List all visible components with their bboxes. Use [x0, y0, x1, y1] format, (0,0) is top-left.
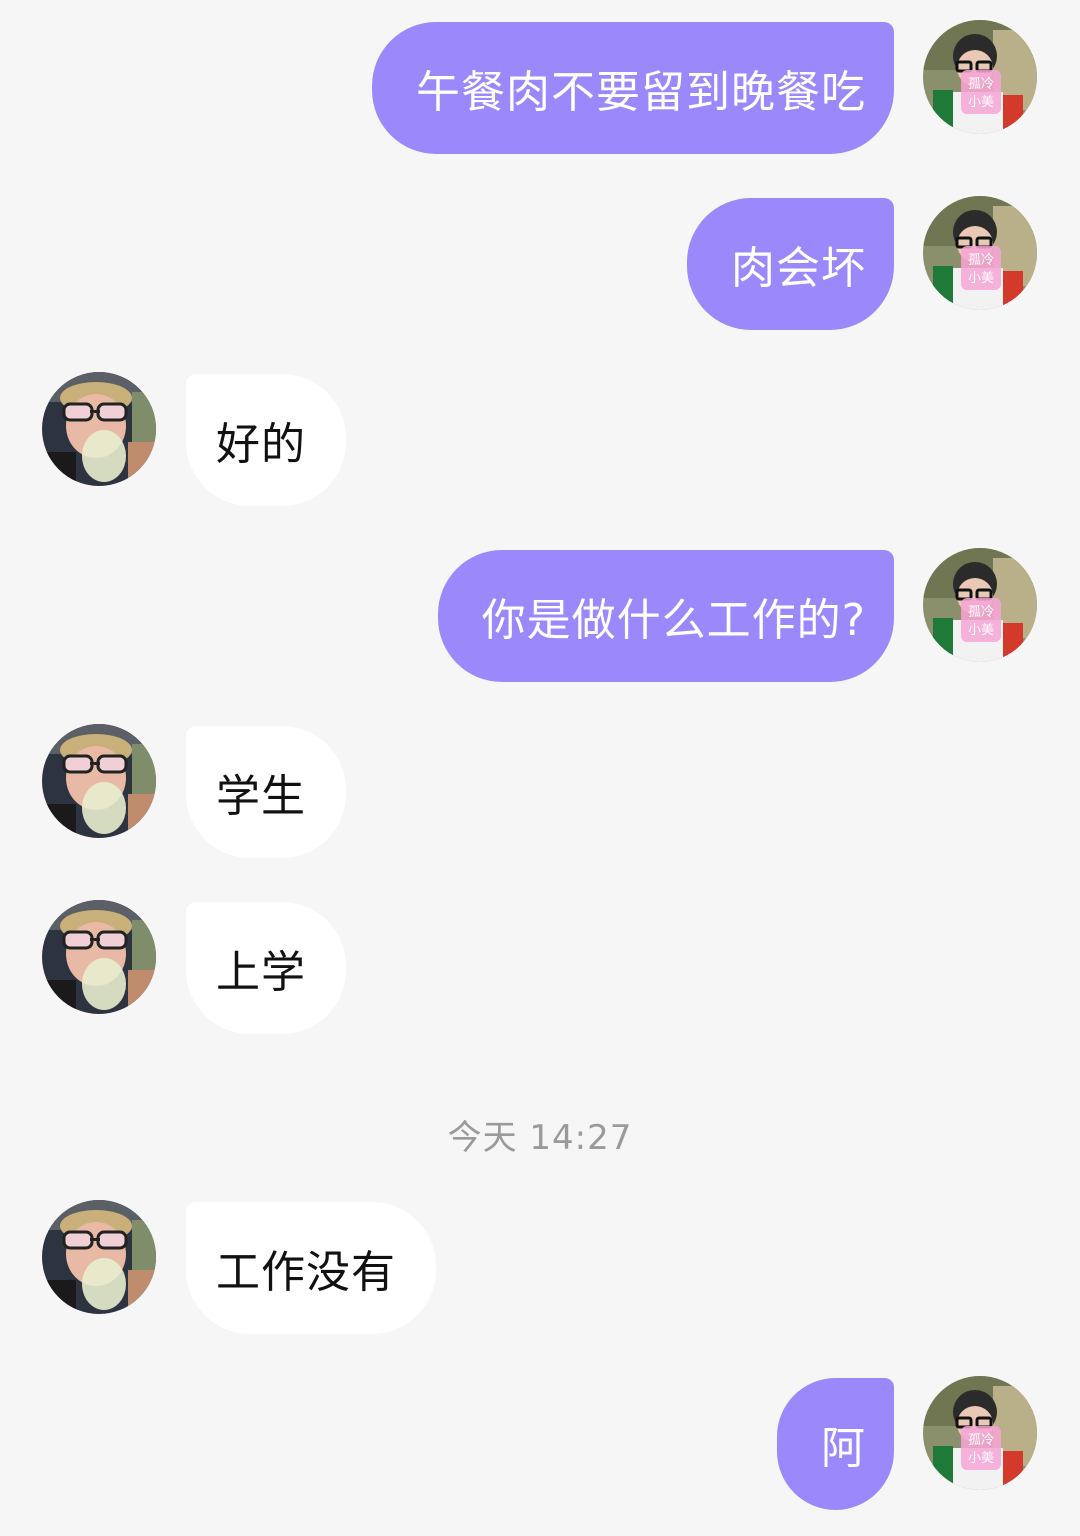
contact-avatar-icon [42, 1200, 156, 1314]
self-avatar[interactable]: 孤冷 小美 [923, 1376, 1037, 1490]
svg-text:小美: 小美 [968, 95, 994, 110]
message-bubble-incoming[interactable]: 好的 [186, 374, 346, 506]
message-row-incoming: 工作没有 [0, 1200, 1080, 1334]
message-row-outgoing: 你是做什么工作的? 孤冷 小美 [0, 548, 1080, 682]
contact-avatar-icon [42, 900, 156, 1014]
contact-avatar[interactable] [42, 900, 156, 1014]
message-row-incoming: 好的 [0, 372, 1080, 506]
message-bubble-incoming[interactable]: 学生 [186, 726, 346, 858]
self-avatar-icon: 孤冷 小美 [923, 548, 1037, 662]
svg-text:小美: 小美 [968, 271, 994, 286]
contact-avatar[interactable] [42, 372, 156, 486]
svg-text:孤冷: 孤冷 [968, 1433, 994, 1448]
self-avatar[interactable]: 孤冷 小美 [923, 548, 1037, 662]
self-avatar-icon: 孤冷 小美 [923, 1376, 1037, 1490]
message-text: 工作没有 [216, 1247, 396, 1298]
chat-thread: 午餐肉不要留到晚餐吃 孤冷 小美 肉会坏 孤冷 小美 好的 你是做什么工作的? … [0, 0, 1080, 1536]
message-row-incoming: 上学 [0, 900, 1080, 1034]
self-avatar-icon: 孤冷 小美 [923, 196, 1037, 310]
self-avatar[interactable]: 孤冷 小美 [923, 20, 1037, 134]
contact-avatar-icon [42, 724, 156, 838]
svg-text:孤冷: 孤冷 [968, 605, 994, 620]
svg-text:小美: 小美 [968, 623, 994, 638]
message-text: 好的 [216, 419, 306, 470]
message-bubble-outgoing[interactable]: 你是做什么工作的? [437, 550, 894, 682]
message-row-outgoing: 阿 孤冷 小美 [0, 1376, 1080, 1510]
message-row-outgoing: 午餐肉不要留到晚餐吃 孤冷 小美 [0, 20, 1080, 154]
message-bubble-incoming[interactable]: 工作没有 [186, 1202, 436, 1334]
svg-text:孤冷: 孤冷 [968, 253, 994, 268]
message-text: 上学 [216, 947, 306, 998]
message-bubble-outgoing[interactable]: 肉会坏 [687, 198, 894, 330]
message-text: 肉会坏 [731, 243, 866, 294]
message-bubble-outgoing[interactable]: 阿 [777, 1378, 894, 1510]
message-text: 学生 [216, 771, 306, 822]
message-text: 阿 [821, 1423, 866, 1474]
message-row-outgoing: 肉会坏 孤冷 小美 [0, 196, 1080, 330]
message-text: 你是做什么工作的? [481, 595, 866, 646]
svg-text:孤冷: 孤冷 [968, 77, 994, 92]
timestamp-divider: 今天 14:27 [447, 1118, 633, 1158]
svg-text:小美: 小美 [968, 1451, 994, 1466]
message-bubble-outgoing[interactable]: 午餐肉不要留到晚餐吃 [372, 22, 894, 154]
message-bubble-incoming[interactable]: 上学 [186, 902, 346, 1034]
self-avatar-icon: 孤冷 小美 [923, 20, 1037, 134]
message-text: 午餐肉不要留到晚餐吃 [416, 67, 866, 118]
contact-avatar-icon [42, 372, 156, 486]
self-avatar[interactable]: 孤冷 小美 [923, 196, 1037, 310]
contact-avatar[interactable] [42, 1200, 156, 1314]
contact-avatar[interactable] [42, 724, 156, 838]
message-row-incoming: 学生 [0, 724, 1080, 858]
